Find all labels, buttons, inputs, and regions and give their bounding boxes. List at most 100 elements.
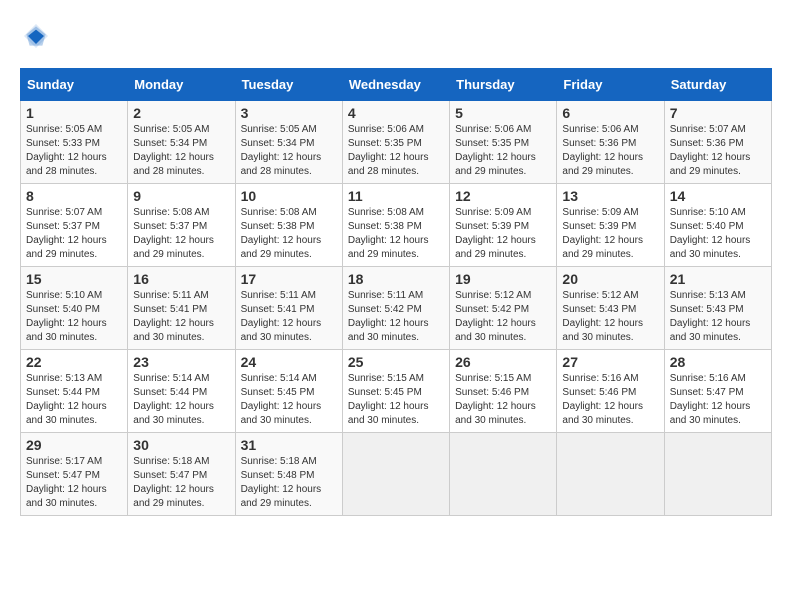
calendar-cell: 31 Sunrise: 5:18 AM Sunset: 5:48 PM Dayli… [235, 433, 342, 516]
calendar-cell: 1Sunrise: 5:05 AM Sunset: 5:33 PM Daylig… [21, 101, 128, 184]
day-number: 22 [26, 354, 122, 370]
calendar-cell: 15 Sunrise: 5:10 AM Sunset: 5:40 PM Dayli… [21, 267, 128, 350]
weekday-header: Saturday [664, 69, 771, 101]
day-info: Sunrise: 5:08 AM Sunset: 5:37 PM Dayligh… [133, 206, 229, 262]
day-number: 26 [455, 354, 551, 370]
calendar-cell: 5 Sunrise: 5:06 AM Sunset: 5:35 PM Daylig… [450, 101, 557, 184]
page-header [20, 20, 772, 52]
day-info: Sunrise: 5:11 AM Sunset: 5:42 PM Dayligh… [348, 289, 444, 345]
calendar-cell: 13Sunrise: 5:09 AM Sunset: 5:39 PM Dayli… [557, 184, 664, 267]
calendar-body: 1Sunrise: 5:05 AM Sunset: 5:33 PM Daylig… [21, 101, 772, 516]
calendar-cell: 30 Sunrise: 5:18 AM Sunset: 5:47 PM Dayli… [128, 433, 235, 516]
day-number: 2 [133, 105, 229, 121]
header-row: SundayMondayTuesdayWednesdayThursdayFrid… [21, 69, 772, 101]
day-info: Sunrise: 5:13 AM Sunset: 5:43 PM Dayligh… [670, 289, 766, 345]
day-number: 15 [26, 271, 122, 287]
weekday-header: Tuesday [235, 69, 342, 101]
day-number: 28 [670, 354, 766, 370]
day-info: Sunrise: 5:13 AM Sunset: 5:44 PM Dayligh… [26, 372, 122, 428]
day-number: 16 [133, 271, 229, 287]
calendar-cell: 25 Sunrise: 5:15 AM Sunset: 5:45 PM Dayli… [342, 350, 449, 433]
day-number: 30 [133, 437, 229, 453]
calendar-week-row: 15 Sunrise: 5:10 AM Sunset: 5:40 PM Dayli… [21, 267, 772, 350]
calendar-cell: 22 Sunrise: 5:13 AM Sunset: 5:44 PM Dayli… [21, 350, 128, 433]
day-info: Sunrise: 5:07 AM Sunset: 5:36 PM Dayligh… [670, 123, 766, 179]
day-info: Sunrise: 5:05 AM Sunset: 5:33 PM Dayligh… [26, 123, 122, 179]
calendar-cell: 21 Sunrise: 5:13 AM Sunset: 5:43 PM Dayli… [664, 267, 771, 350]
calendar-week-row: 8Sunrise: 5:07 AM Sunset: 5:37 PM Daylig… [21, 184, 772, 267]
day-number: 21 [670, 271, 766, 287]
weekday-header: Wednesday [342, 69, 449, 101]
day-number: 19 [455, 271, 551, 287]
calendar-cell: 18 Sunrise: 5:11 AM Sunset: 5:42 PM Dayli… [342, 267, 449, 350]
day-info: Sunrise: 5:14 AM Sunset: 5:44 PM Dayligh… [133, 372, 229, 428]
day-info: Sunrise: 5:18 AM Sunset: 5:48 PM Dayligh… [241, 455, 337, 511]
day-info: Sunrise: 5:05 AM Sunset: 5:34 PM Dayligh… [241, 123, 337, 179]
day-number: 29 [26, 437, 122, 453]
day-info: Sunrise: 5:14 AM Sunset: 5:45 PM Dayligh… [241, 372, 337, 428]
calendar-cell: 28 Sunrise: 5:16 AM Sunset: 5:47 PM Dayli… [664, 350, 771, 433]
calendar-cell: 20Sunrise: 5:12 AM Sunset: 5:43 PM Dayli… [557, 267, 664, 350]
day-info: Sunrise: 5:06 AM Sunset: 5:35 PM Dayligh… [455, 123, 551, 179]
weekday-header: Sunday [21, 69, 128, 101]
day-info: Sunrise: 5:10 AM Sunset: 5:40 PM Dayligh… [26, 289, 122, 345]
calendar-cell: 8Sunrise: 5:07 AM Sunset: 5:37 PM Daylig… [21, 184, 128, 267]
day-number: 11 [348, 188, 444, 204]
weekday-header: Monday [128, 69, 235, 101]
calendar-cell: 3 Sunrise: 5:05 AM Sunset: 5:34 PM Daylig… [235, 101, 342, 184]
day-number: 24 [241, 354, 337, 370]
calendar-cell: 27Sunrise: 5:16 AM Sunset: 5:46 PM Dayli… [557, 350, 664, 433]
day-number: 18 [348, 271, 444, 287]
day-number: 23 [133, 354, 229, 370]
calendar-cell [342, 433, 449, 516]
calendar-cell: 10 Sunrise: 5:08 AM Sunset: 5:38 PM Dayli… [235, 184, 342, 267]
weekday-header: Friday [557, 69, 664, 101]
calendar-cell: 17Sunrise: 5:11 AM Sunset: 5:41 PM Dayli… [235, 267, 342, 350]
day-info: Sunrise: 5:05 AM Sunset: 5:34 PM Dayligh… [133, 123, 229, 179]
calendar-week-row: 22 Sunrise: 5:13 AM Sunset: 5:44 PM Dayli… [21, 350, 772, 433]
day-info: Sunrise: 5:16 AM Sunset: 5:46 PM Dayligh… [562, 372, 658, 428]
calendar-cell: 4Sunrise: 5:06 AM Sunset: 5:35 PM Daylig… [342, 101, 449, 184]
day-info: Sunrise: 5:16 AM Sunset: 5:47 PM Dayligh… [670, 372, 766, 428]
calendar-cell: 2 Sunrise: 5:05 AM Sunset: 5:34 PM Daylig… [128, 101, 235, 184]
day-number: 4 [348, 105, 444, 121]
day-info: Sunrise: 5:11 AM Sunset: 5:41 PM Dayligh… [241, 289, 337, 345]
calendar-cell: 23 Sunrise: 5:14 AM Sunset: 5:44 PM Dayli… [128, 350, 235, 433]
day-info: Sunrise: 5:08 AM Sunset: 5:38 PM Dayligh… [241, 206, 337, 262]
calendar-cell: 24 Sunrise: 5:14 AM Sunset: 5:45 PM Dayli… [235, 350, 342, 433]
calendar-cell: 9 Sunrise: 5:08 AM Sunset: 5:37 PM Daylig… [128, 184, 235, 267]
day-number: 3 [241, 105, 337, 121]
day-number: 6 [562, 105, 658, 121]
day-number: 25 [348, 354, 444, 370]
day-number: 20 [562, 271, 658, 287]
calendar-cell [450, 433, 557, 516]
day-number: 5 [455, 105, 551, 121]
day-info: Sunrise: 5:15 AM Sunset: 5:46 PM Dayligh… [455, 372, 551, 428]
calendar-week-row: 29 Sunrise: 5:17 AM Sunset: 5:47 PM Dayli… [21, 433, 772, 516]
weekday-header: Thursday [450, 69, 557, 101]
calendar-week-row: 1Sunrise: 5:05 AM Sunset: 5:33 PM Daylig… [21, 101, 772, 184]
day-info: Sunrise: 5:15 AM Sunset: 5:45 PM Dayligh… [348, 372, 444, 428]
calendar-cell: 12Sunrise: 5:09 AM Sunset: 5:39 PM Dayli… [450, 184, 557, 267]
calendar-cell: 6Sunrise: 5:06 AM Sunset: 5:36 PM Daylig… [557, 101, 664, 184]
calendar-cell: 7Sunrise: 5:07 AM Sunset: 5:36 PM Daylig… [664, 101, 771, 184]
logo-icon [20, 20, 52, 52]
day-info: Sunrise: 5:09 AM Sunset: 5:39 PM Dayligh… [455, 206, 551, 262]
logo [20, 20, 58, 52]
calendar-cell: 26 Sunrise: 5:15 AM Sunset: 5:46 PM Dayli… [450, 350, 557, 433]
day-number: 14 [670, 188, 766, 204]
calendar-cell [664, 433, 771, 516]
calendar-cell: 19Sunrise: 5:12 AM Sunset: 5:42 PM Dayli… [450, 267, 557, 350]
calendar-cell: 11 Sunrise: 5:08 AM Sunset: 5:38 PM Dayli… [342, 184, 449, 267]
day-number: 10 [241, 188, 337, 204]
calendar-header: SundayMondayTuesdayWednesdayThursdayFrid… [21, 69, 772, 101]
calendar-cell: 29 Sunrise: 5:17 AM Sunset: 5:47 PM Dayli… [21, 433, 128, 516]
day-info: Sunrise: 5:18 AM Sunset: 5:47 PM Dayligh… [133, 455, 229, 511]
calendar-cell: 14 Sunrise: 5:10 AM Sunset: 5:40 PM Dayli… [664, 184, 771, 267]
day-info: Sunrise: 5:08 AM Sunset: 5:38 PM Dayligh… [348, 206, 444, 262]
day-info: Sunrise: 5:07 AM Sunset: 5:37 PM Dayligh… [26, 206, 122, 262]
day-info: Sunrise: 5:10 AM Sunset: 5:40 PM Dayligh… [670, 206, 766, 262]
day-info: Sunrise: 5:17 AM Sunset: 5:47 PM Dayligh… [26, 455, 122, 511]
day-number: 9 [133, 188, 229, 204]
day-number: 31 [241, 437, 337, 453]
